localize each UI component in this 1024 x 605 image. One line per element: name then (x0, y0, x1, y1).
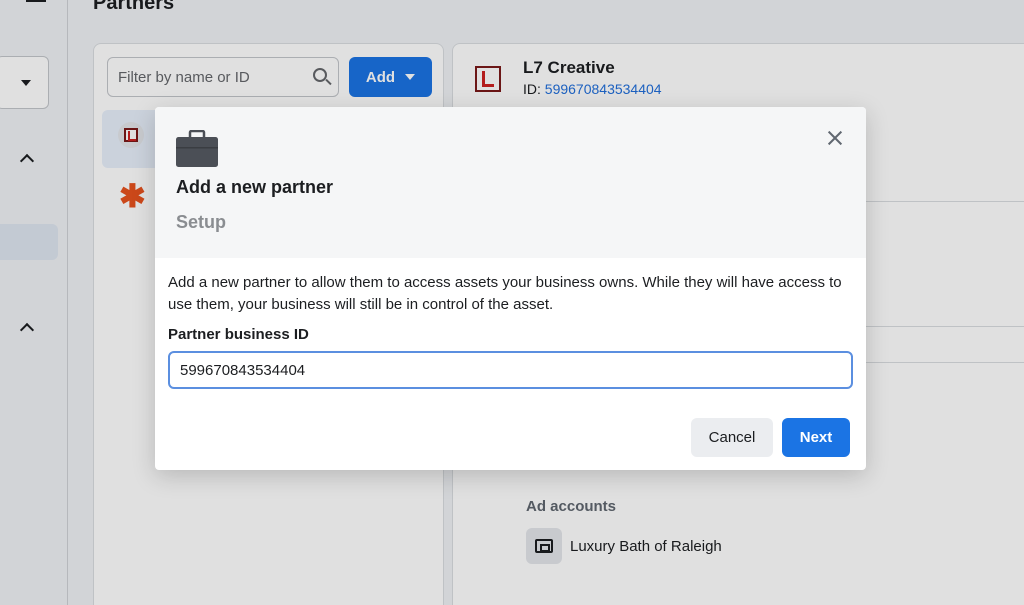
partner-id-field-label: Partner business ID (168, 326, 309, 343)
add-partner-dialog: Add a new partner Setup Add a new partne… (155, 107, 866, 470)
partner-business-id-input[interactable] (168, 351, 853, 389)
dialog-header: Add a new partner Setup (155, 107, 866, 258)
cancel-button[interactable]: Cancel (691, 418, 773, 457)
dialog-step-label: Setup (176, 212, 227, 232)
close-button[interactable] (823, 126, 847, 150)
next-button[interactable]: Next (782, 418, 850, 457)
dialog-title: Add a new partner (176, 177, 334, 197)
briefcase-icon (176, 130, 218, 167)
dialog-description: Add a new partner to allow them to acces… (168, 274, 842, 313)
